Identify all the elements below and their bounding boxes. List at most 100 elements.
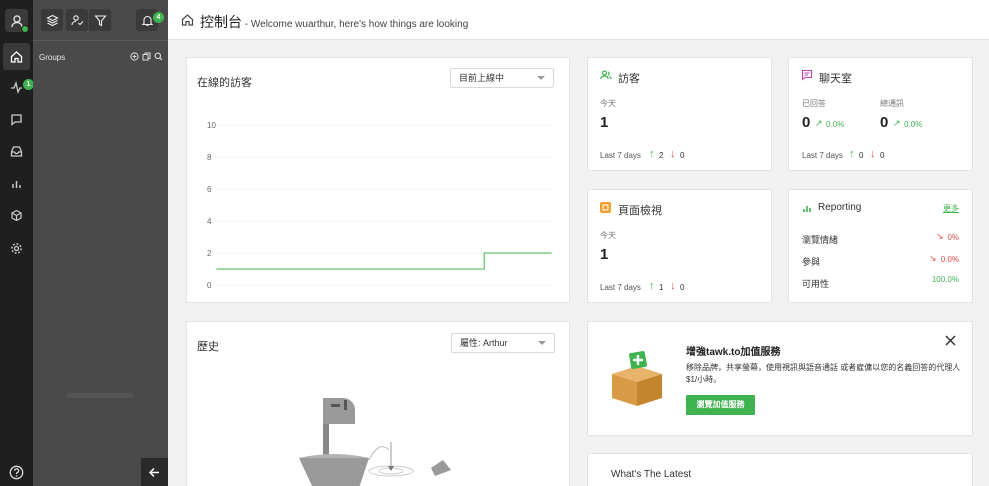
visitors-today-label: 今天	[600, 99, 616, 108]
close-icon[interactable]	[943, 333, 957, 347]
arrow-up-icon: ↑	[649, 280, 655, 292]
y-tick-label: 6	[207, 185, 212, 194]
upgrade-promo-card: 增強tawk.to加值服務 移除品牌，共享螢幕，使用視訊與語音通話 或者雇傭以您…	[587, 321, 973, 436]
trend-down-icon: ↘	[936, 231, 944, 241]
visitors-down-value: 0	[680, 151, 685, 160]
y-tick-label: 0	[207, 281, 212, 290]
nav-inbox[interactable]	[3, 138, 30, 165]
visitors-today-value: 1	[600, 114, 609, 131]
activity-icon	[11, 81, 22, 94]
history-card: 歷史 屬性: Arthur	[186, 321, 570, 486]
visitors-card-title: 訪客	[618, 73, 640, 85]
page-views-last7-label: Last 7 days	[600, 283, 641, 292]
reporting-row-value: 0.0%	[940, 255, 959, 264]
layers-button[interactable]	[41, 9, 63, 31]
arrow-down-icon: ↓	[870, 148, 876, 160]
chats-up-value: 0	[859, 151, 864, 160]
arrow-up-icon: ↑	[849, 148, 855, 160]
nav-help[interactable]	[3, 459, 30, 486]
page-title-text: 控制台	[200, 14, 242, 30]
online-visitors-card: 在線的訪客 目前上線中 10 8 6 4 2 0	[186, 57, 570, 303]
inbox-icon	[10, 146, 23, 157]
bell-icon	[141, 15, 153, 26]
promo-body: 移除品牌，共享螢幕，使用視訊與語音通話 或者雇傭以您的名義回答的代理人$1/小時…	[686, 363, 961, 384]
page-views-card: 頁面檢視 今天 1 Last 7 days ↑ 1 ↓ 0	[587, 189, 772, 303]
chats-answered-pct: 0.0%	[826, 120, 845, 129]
chats-answered-value: 0	[802, 114, 811, 131]
whats-latest-title: What's The Latest	[611, 469, 692, 480]
reporting-row-label: 可用性	[802, 279, 830, 289]
visitors-last7-label: Last 7 days	[600, 151, 641, 160]
reporting-row-value: 0%	[947, 233, 959, 242]
groups-panel: 4 Groups	[33, 0, 168, 486]
notifications-button[interactable]: 4	[136, 9, 164, 31]
chats-total-label: 總通訊	[880, 99, 904, 108]
empty-history-illustration	[299, 398, 451, 486]
top-bar: 控制台 - Welcome wuarthur, here's how thing…	[168, 0, 989, 40]
search-icon[interactable]	[153, 51, 163, 61]
chats-last7-label: Last 7 days	[802, 151, 843, 160]
reporting-card: Reporting 更多 瀏覽情緒 ↘ 0% 參與 ↘ 0.0% 可用性 100…	[788, 189, 973, 303]
chats-total-value: 0	[880, 114, 889, 131]
y-tick-label: 4	[207, 217, 212, 226]
filter-button[interactable]	[89, 9, 111, 31]
visitors-line-chart: 10 8 6 4 2 0	[207, 121, 552, 290]
copy-icon[interactable]	[141, 51, 151, 61]
y-tick-label: 2	[207, 249, 212, 258]
visitors-data-point	[383, 268, 385, 270]
reporting-row-label: 瀏覽情緒	[802, 235, 839, 245]
layers-icon	[45, 14, 59, 26]
visitors-card: 訪客 今天 1 Last 7 days ↑ 2 ↓ 0	[587, 57, 772, 171]
groups-label: Groups	[39, 53, 66, 62]
nav-reporting[interactable]	[3, 170, 30, 197]
bar-chart-icon	[12, 181, 21, 188]
nav-rail: 1	[0, 0, 34, 486]
whats-latest-card: What's The Latest	[587, 453, 973, 486]
chats-total-pct: 0.0%	[904, 120, 923, 129]
page-views-up-value: 1	[659, 283, 664, 292]
panel-divider	[33, 40, 168, 41]
filter-icon	[93, 14, 107, 26]
page-views-down-value: 0	[680, 283, 685, 292]
page-subtitle: - Welcome wuarthur, here's how things ar…	[242, 19, 469, 30]
trend-down-icon: ↘	[929, 253, 937, 263]
cube-icon	[11, 209, 22, 222]
reporting-more-link[interactable]: 更多	[943, 203, 959, 214]
page-title: 控制台 - Welcome wuarthur, here's how thing…	[200, 12, 468, 32]
page-views-card-title: 頁面檢視	[618, 205, 662, 217]
browse-addons-button[interactable]: 瀏覽加值服務	[686, 395, 755, 415]
chat-icon	[11, 114, 22, 126]
users-icon	[600, 69, 612, 81]
chevron-down-icon	[538, 341, 546, 345]
chats-down-value: 0	[880, 151, 885, 160]
nav-addons[interactable]	[3, 202, 30, 229]
arrow-down-icon: ↓	[670, 148, 676, 160]
property-select[interactable]: 屬性: Arthur	[451, 333, 555, 353]
home-icon	[10, 51, 23, 63]
arrow-down-icon: ↓	[670, 280, 676, 292]
promo-title: 增強tawk.to加值服務	[686, 347, 781, 358]
assigned-to-me-button[interactable]	[66, 9, 88, 31]
nav-dashboard[interactable]	[3, 43, 30, 70]
collapse-panel-button[interactable]	[141, 458, 168, 486]
chats-card: 聊天室 已回答 0 ↗ 0.0% 總通訊 0 ↗ 0.0% Last 7 day…	[788, 57, 973, 171]
page-views-icon	[600, 202, 611, 213]
visitors-data-point	[550, 252, 552, 254]
panel-placeholder	[67, 393, 133, 398]
nav-activity[interactable]: 1	[3, 74, 34, 101]
nav-administration[interactable]	[3, 235, 30, 262]
add-group-icon[interactable]	[129, 51, 139, 61]
user-status-icon[interactable]	[5, 9, 29, 33]
gear-icon	[11, 243, 22, 254]
nav-messaging[interactable]	[3, 106, 30, 133]
y-tick-label: 8	[207, 153, 212, 162]
chats-card-title: 聊天室	[819, 73, 852, 85]
visitors-series-line	[217, 252, 551, 270]
history-title: 歷史	[197, 341, 219, 353]
help-icon	[9, 465, 24, 480]
chats-answered-label: 已回答	[802, 99, 826, 108]
page-views-today-label: 今天	[600, 231, 616, 240]
addon-box-illustration	[612, 351, 662, 406]
property-select-value: 屬性: Arthur	[460, 338, 508, 348]
arrow-left-icon	[148, 467, 159, 477]
